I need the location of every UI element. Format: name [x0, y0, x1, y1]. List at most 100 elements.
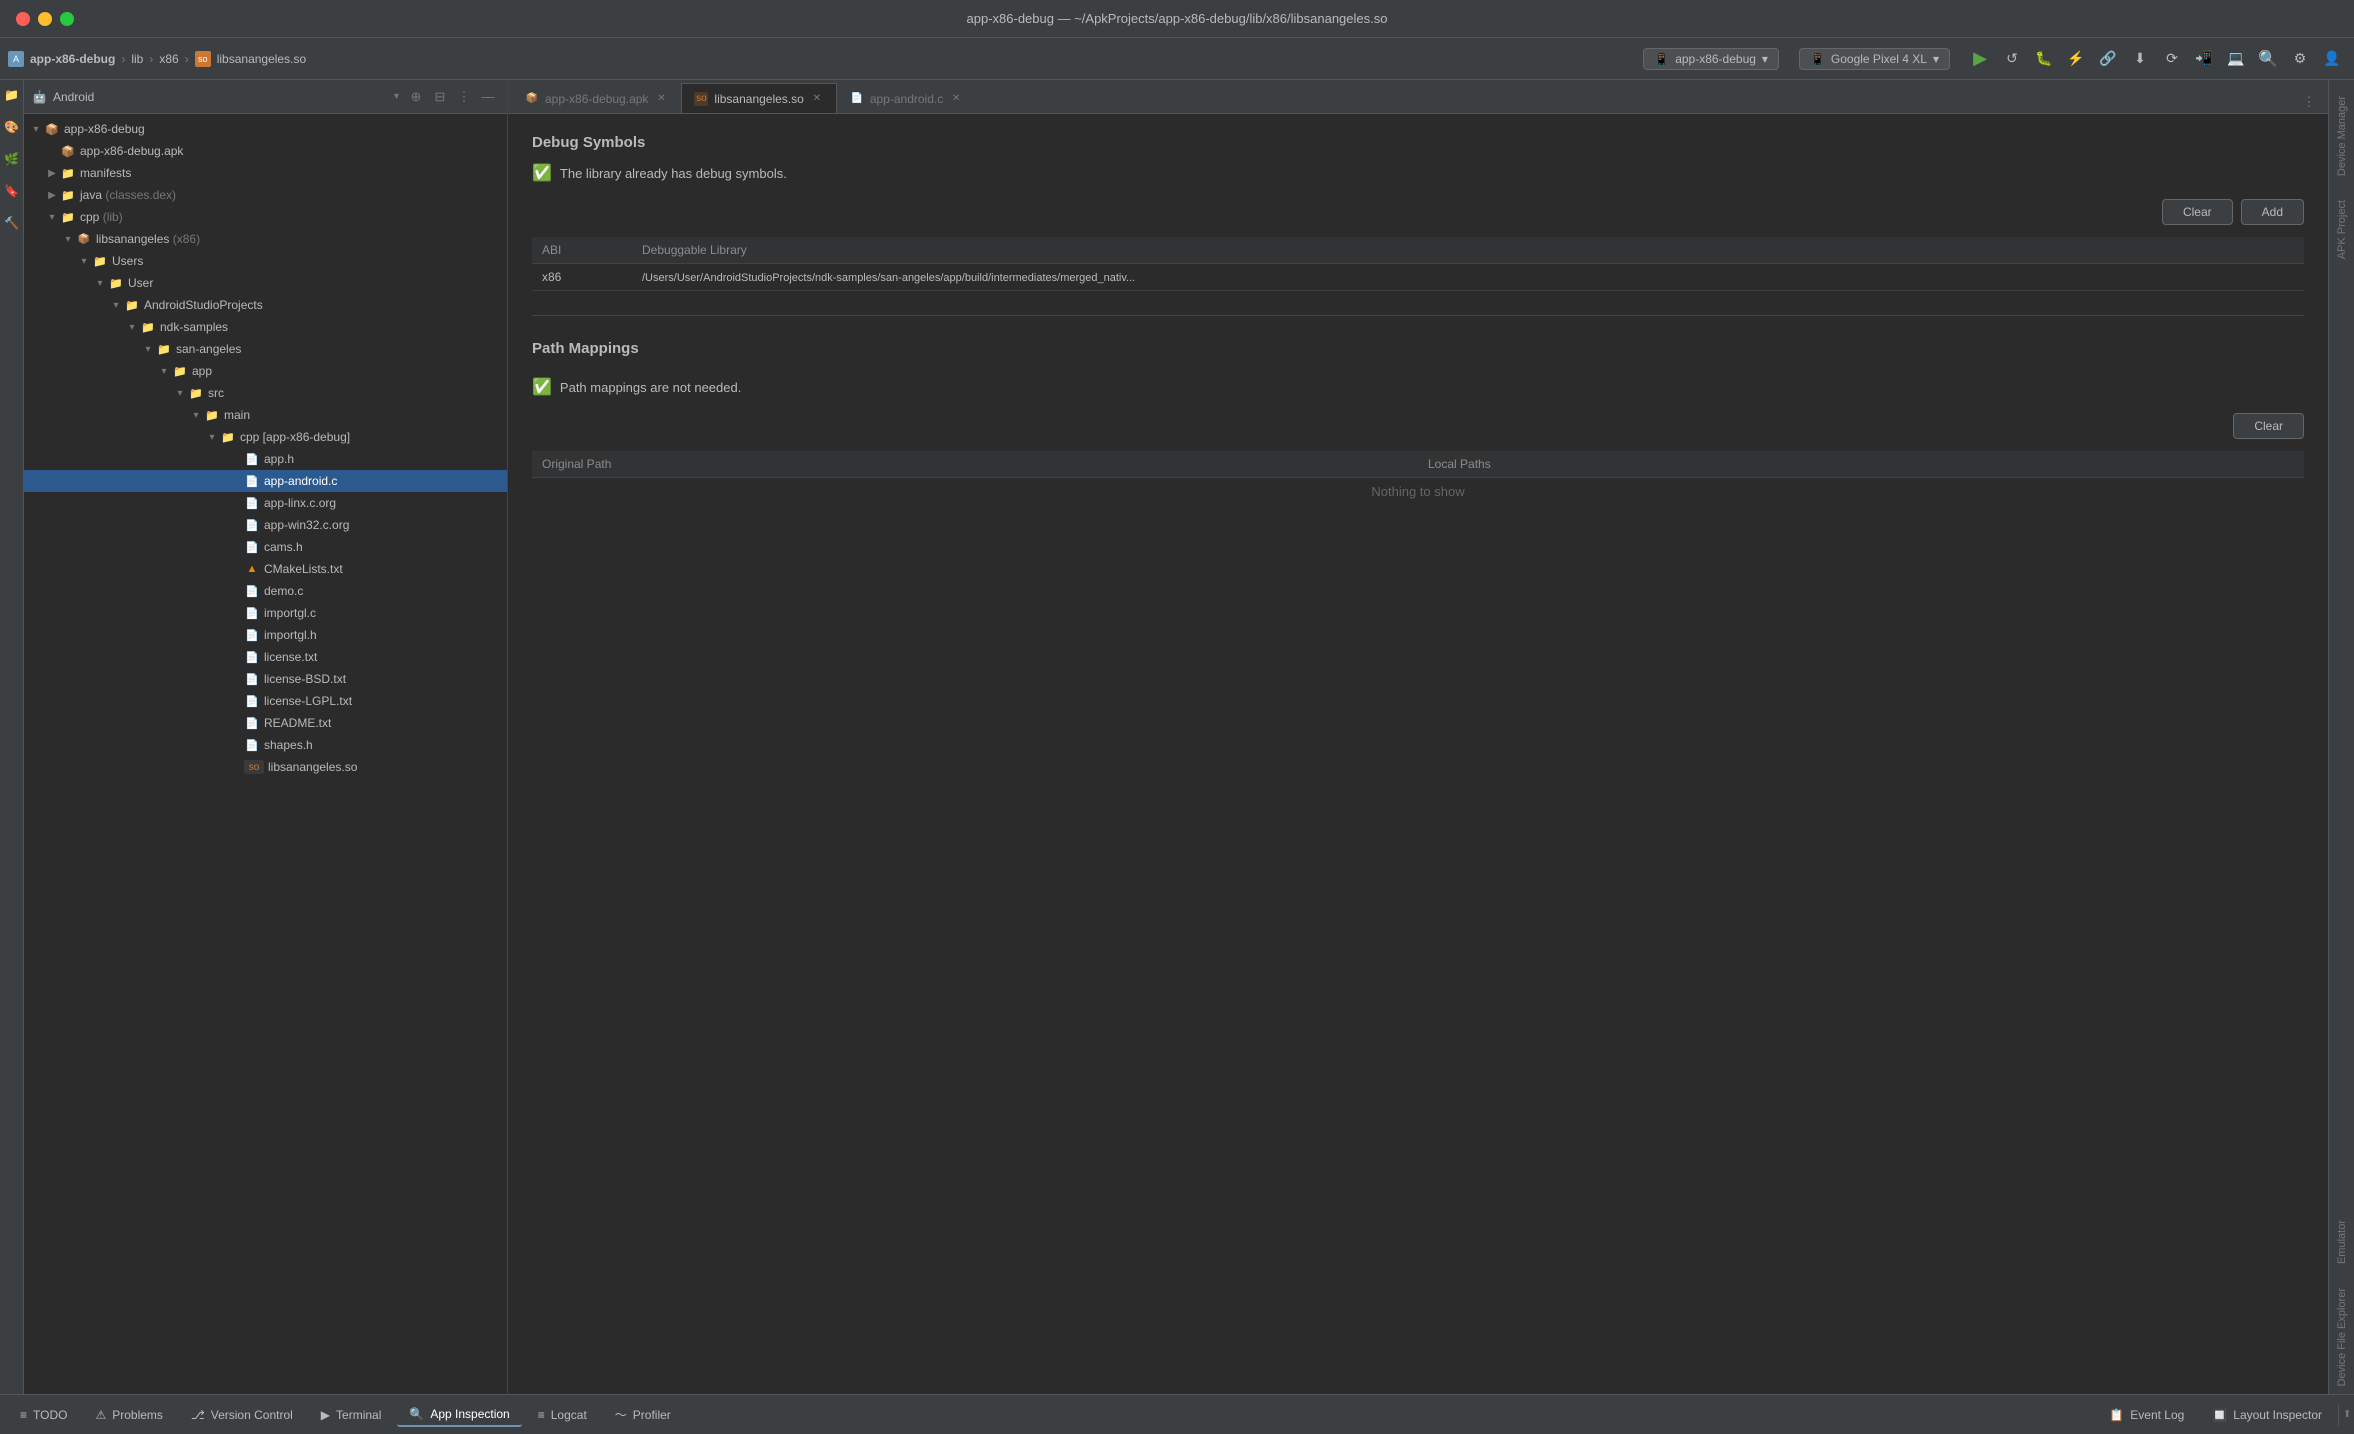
tree-item-libsanangeles-so[interactable]: so libsanangeles.so: [24, 756, 507, 778]
profiler-label: Profiler: [633, 1408, 671, 1422]
tab-close-c[interactable]: ✕: [949, 92, 963, 106]
more-tabs-button[interactable]: ⋮: [2298, 91, 2320, 113]
sync-button[interactable]: ⟳: [2158, 45, 2186, 73]
tree-item-Users[interactable]: ▾ 📁 Users: [24, 250, 507, 272]
tree-item-demo-c[interactable]: 📄 demo.c: [24, 580, 507, 602]
c-tab-icon: 📄: [850, 92, 864, 106]
search-button[interactable]: 🔍: [2254, 45, 2282, 73]
minimize-button[interactable]: [38, 12, 52, 26]
project-icon[interactable]: 📁: [2, 88, 22, 108]
rerun-button[interactable]: ↺: [1998, 45, 2026, 73]
tree-item-User[interactable]: ▾ 📁 User: [24, 272, 507, 294]
cmake-icon: ▲: [244, 561, 260, 577]
tree-item-java[interactable]: ▶ 📁 java (classes.dex): [24, 184, 507, 206]
tree-item-cpp-build[interactable]: ▾ 📁 cpp [app-x86-debug]: [24, 426, 507, 448]
add-debug-symbols-button[interactable]: Add: [2241, 199, 2304, 225]
tree-item-AndroidStudioProjects[interactable]: ▾ 📁 AndroidStudioProjects: [24, 294, 507, 316]
bottom-tab-logcat[interactable]: ≡ Logcat: [526, 1404, 599, 1426]
collapse-all-button[interactable]: ⊟: [429, 86, 451, 108]
clear-path-mappings-button[interactable]: Clear: [2233, 413, 2304, 439]
tab-close-so[interactable]: ✕: [810, 92, 824, 106]
sidebar-tab-device-manager[interactable]: Device Manager: [2334, 88, 2350, 184]
tree-item-cpp[interactable]: ▾ 📁 cpp (lib): [24, 206, 507, 228]
tree-item-importgl-c[interactable]: 📄 importgl.c: [24, 602, 507, 624]
bottom-tab-problems[interactable]: ⚠ Problems: [83, 1404, 174, 1426]
breadcrumb: A app-x86-debug › lib › x86 › so libsana…: [8, 51, 306, 67]
avd-button[interactable]: 📲: [2190, 45, 2218, 73]
structure-icon[interactable]: 🌿: [2, 152, 22, 172]
bottom-tab-app-inspection[interactable]: 🔍 App Inspection: [397, 1403, 521, 1427]
breadcrumb-project[interactable]: app-x86-debug: [30, 52, 115, 66]
attach-button[interactable]: 🔗: [2094, 45, 2122, 73]
tab-apk[interactable]: 📦 app-x86-debug.apk ✕: [512, 83, 681, 113]
tree-item-cams-h[interactable]: 📄 cams.h: [24, 536, 507, 558]
tree-label: license-BSD.txt: [264, 672, 346, 686]
debug-button[interactable]: 🐛: [2030, 45, 2058, 73]
sidebar-tab-emulator[interactable]: Emulator: [2334, 1212, 2350, 1272]
bookmarks-icon[interactable]: 🔖: [2, 184, 22, 204]
file-icon: 📄: [244, 649, 260, 665]
tree-item-src[interactable]: ▾ 📁 src: [24, 382, 507, 404]
device-manager-button[interactable]: 💻: [2222, 45, 2250, 73]
tree-item-apk[interactable]: 📦 app-x86-debug.apk: [24, 140, 507, 162]
tree-item-app-x86[interactable]: ▾ 📦 app-x86-debug: [24, 118, 507, 140]
deploy-button[interactable]: ⬇: [2126, 45, 2154, 73]
breadcrumb-lib[interactable]: lib: [131, 52, 143, 66]
problems-icon: ⚠: [95, 1408, 106, 1422]
tree-item-manifests[interactable]: ▶ 📁 manifests: [24, 162, 507, 184]
tree-item-app[interactable]: ▾ 📁 app: [24, 360, 507, 382]
tree-item-readme[interactable]: 📄 README.txt: [24, 712, 507, 734]
resource-icon[interactable]: 🎨: [2, 120, 22, 140]
user-button[interactable]: 👤: [2318, 45, 2346, 73]
expand-bottom-button[interactable]: ⬆: [2343, 1404, 2351, 1426]
tab-c[interactable]: 📄 app-android.c ✕: [837, 83, 976, 113]
bottom-tab-version-control[interactable]: ⎇ Version Control: [179, 1404, 305, 1426]
debug-symbols-status: ✅ The library already has debug symbols.: [532, 163, 2304, 183]
emulator-selector[interactable]: 📱 Google Pixel 4 XL ▾: [1799, 48, 1950, 70]
tab-label: app-android.c: [870, 92, 943, 106]
bottom-tab-profiler[interactable]: 〜 Profiler: [603, 1402, 683, 1427]
bottom-tab-event-log[interactable]: 📋 Event Log: [2097, 1404, 2196, 1426]
tree-label: cpp [app-x86-debug]: [240, 430, 350, 444]
tree-item-license-bsd[interactable]: 📄 license-BSD.txt: [24, 668, 507, 690]
sidebar-tab-apk-project[interactable]: APK Project: [2334, 192, 2350, 267]
table-row[interactable]: x86 /Users/User/AndroidStudioProjects/nd…: [532, 264, 2304, 291]
device-selector[interactable]: 📱 app-x86-debug ▾: [1643, 48, 1779, 70]
tree-item-license-lgpl[interactable]: 📄 license-LGPL.txt: [24, 690, 507, 712]
settings-button[interactable]: ⚙: [2286, 45, 2314, 73]
tree-item-ndk-samples[interactable]: ▾ 📁 ndk-samples: [24, 316, 507, 338]
file-icon: 📄: [244, 715, 260, 731]
run-button[interactable]: ▶: [1966, 45, 1994, 73]
build-icon[interactable]: 🔨: [2, 216, 22, 236]
profile-button[interactable]: ⚡: [2062, 45, 2090, 73]
close-button[interactable]: [16, 12, 30, 26]
tree-item-main[interactable]: ▾ 📁 main: [24, 404, 507, 426]
locate-file-button[interactable]: ⊕: [405, 86, 427, 108]
tree-item-importgl-h[interactable]: 📄 importgl.h: [24, 624, 507, 646]
bottom-tab-terminal[interactable]: ▶ Terminal: [309, 1404, 394, 1426]
tree-item-app-h[interactable]: 📄 app.h: [24, 448, 507, 470]
panel-dropdown-arrow[interactable]: ▾: [394, 91, 399, 102]
dots-button[interactable]: ⋮: [453, 86, 475, 108]
tab-so[interactable]: so libsanangeles.so ✕: [681, 83, 836, 113]
so-icon: so: [244, 760, 264, 774]
bottom-tab-todo[interactable]: ≡ TODO: [8, 1404, 79, 1426]
tab-close-apk[interactable]: ✕: [654, 92, 668, 106]
tree-item-app-win32[interactable]: 📄 app-win32.c.org: [24, 514, 507, 536]
bottom-tab-layout-inspector[interactable]: 🔲 Layout Inspector: [2200, 1404, 2334, 1426]
maximize-button[interactable]: [60, 12, 74, 26]
tree-item-libsanangeles[interactable]: ▾ 📦 libsanangeles (x86): [24, 228, 507, 250]
tree-item-shapes-h[interactable]: 📄 shapes.h: [24, 734, 507, 756]
tree-item-license-txt[interactable]: 📄 license.txt: [24, 646, 507, 668]
tree-item-san-angeles[interactable]: ▾ 📁 san-angeles: [24, 338, 507, 360]
tree-item-app-linx[interactable]: 📄 app-linx.c.org: [24, 492, 507, 514]
breadcrumb-x86[interactable]: x86: [159, 52, 178, 66]
breadcrumb-file[interactable]: libsanangeles.so: [217, 52, 306, 66]
tree-item-app-android-c[interactable]: 📄 app-android.c: [24, 470, 507, 492]
sidebar-tab-device-file-explorer[interactable]: Device File Explorer: [2334, 1280, 2350, 1394]
section-divider: [532, 315, 2304, 316]
clear-debug-symbols-button[interactable]: Clear: [2162, 199, 2233, 225]
traffic-lights[interactable]: [16, 12, 74, 26]
tree-item-cmake[interactable]: ▲ CMakeLists.txt: [24, 558, 507, 580]
minimize-panel-button[interactable]: —: [477, 86, 499, 108]
